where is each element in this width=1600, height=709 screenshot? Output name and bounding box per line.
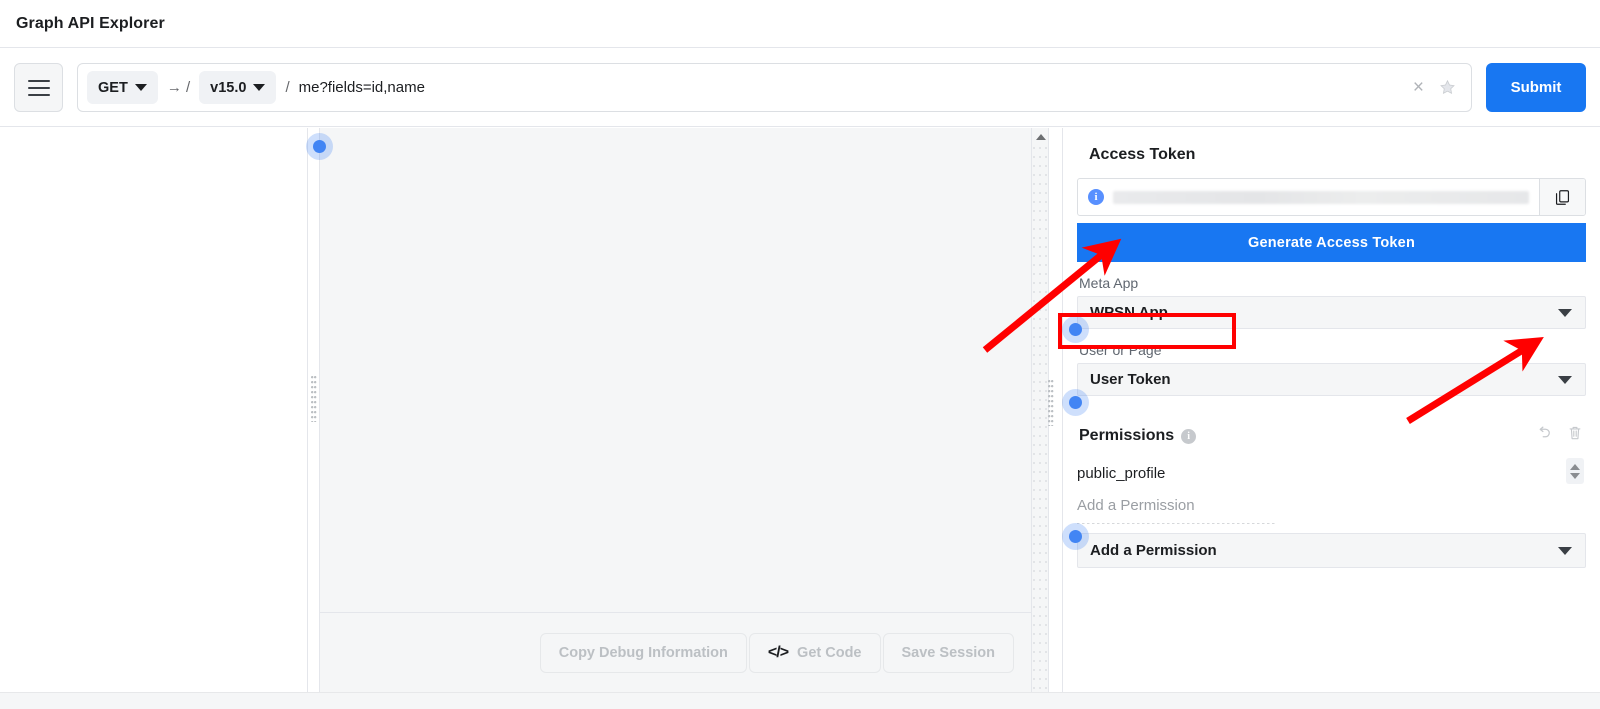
path-slash-separator: /: [285, 79, 290, 96]
response-action-bar: Copy Debug Information </> Get Code Save…: [320, 612, 1031, 692]
undo-button[interactable]: [1535, 424, 1553, 447]
get-code-button[interactable]: </> Get Code: [748, 632, 881, 673]
request-bar: GET → / v15.0 / × Submit: [0, 49, 1600, 127]
arrow-slash-separator: → /: [166, 79, 191, 96]
permissions-title: Permissions: [1079, 427, 1175, 444]
access-token-input[interactable]: i: [1078, 179, 1539, 215]
clear-icon[interactable]: ×: [1405, 78, 1432, 97]
response-pane: Copy Debug Information </> Get Code Save…: [319, 128, 1031, 692]
left-nav-pane: [0, 128, 308, 692]
hamburger-icon: [27, 79, 50, 82]
http-method-value: GET: [98, 79, 128, 96]
star-icon[interactable]: [1432, 78, 1463, 97]
trash-icon: [1569, 426, 1581, 440]
page-scrollbar-track[interactable]: [1032, 146, 1048, 691]
hamburger-icon: [27, 86, 50, 89]
chevron-down-icon: [1558, 375, 1572, 384]
access-token-field-row: i: [1077, 178, 1586, 216]
delete-permissions-button[interactable]: [1566, 424, 1584, 447]
permission-stepper[interactable]: [1566, 458, 1584, 484]
page-title: Graph API Explorer: [16, 14, 165, 32]
info-icon: i: [1088, 189, 1104, 205]
chevron-down-icon: [134, 84, 147, 91]
permission-item: public_profile: [1077, 456, 1586, 490]
save-session-label: Save Session: [901, 644, 996, 661]
get-code-label: Get Code: [797, 644, 862, 661]
meta-app-select[interactable]: WPSN App: [1077, 296, 1586, 329]
chevron-down-icon: [253, 84, 266, 91]
request-url-bar: GET → / v15.0 / ×: [77, 63, 1472, 112]
request-path-input[interactable]: [298, 79, 1405, 96]
right-splitter-handle[interactable]: [1048, 128, 1062, 692]
hamburger-icon: [27, 93, 50, 96]
copy-token-button[interactable]: [1539, 179, 1585, 215]
info-icon[interactable]: i: [1181, 428, 1197, 444]
api-version-value: v15.0: [210, 79, 247, 96]
permission-name: public_profile: [1077, 464, 1166, 482]
access-token-section-title: Access Token: [1089, 146, 1196, 163]
response-body[interactable]: [320, 128, 1031, 612]
user-or-page-select[interactable]: User Token: [1077, 363, 1586, 396]
http-method-select[interactable]: GET: [87, 71, 158, 104]
chevron-down-icon: [1558, 546, 1572, 555]
permission-divider: [1077, 523, 1277, 524]
stepper-up-icon: [1570, 463, 1580, 470]
api-version-select[interactable]: v15.0: [199, 71, 277, 104]
page-scroll-up-button[interactable]: [1032, 128, 1049, 146]
add-permission-select-label: Add a Permission: [1090, 542, 1217, 559]
triangle-up-icon: [1035, 134, 1046, 140]
copy-icon: [1555, 189, 1570, 205]
permissions-actions: [1535, 424, 1584, 447]
drag-grip-icon: [311, 376, 317, 422]
copy-debug-information-button[interactable]: Copy Debug Information: [539, 632, 747, 673]
add-permission-placeholder-row[interactable]: Add a Permission: [1077, 492, 1586, 518]
meta-app-label: Meta App: [1079, 275, 1139, 291]
save-session-button[interactable]: Save Session: [882, 632, 1014, 673]
graph-api-explorer-window: Graph API Explorer GET → / v15.0 / ×: [0, 0, 1600, 709]
footer-strip: [0, 692, 1600, 709]
hamburger-menu-button[interactable]: [14, 63, 63, 112]
left-splitter-handle[interactable]: [309, 128, 319, 692]
title-bar: Graph API Explorer: [0, 0, 1600, 48]
generate-access-token-button[interactable]: Generate Access Token: [1077, 223, 1586, 262]
code-icon: </>: [767, 643, 789, 661]
access-token-value: [1113, 190, 1529, 204]
permissions-header: Permissions i: [1077, 424, 1586, 448]
access-token-panel: Access Token i Generate Access Token Met…: [1062, 128, 1600, 692]
submit-button[interactable]: Submit: [1486, 63, 1586, 112]
meta-app-selected-value: WPSN App: [1090, 304, 1168, 321]
page-scrollbar[interactable]: [1031, 128, 1049, 709]
drag-grip-icon: [1048, 380, 1054, 426]
undo-icon: [1539, 426, 1550, 438]
add-permission-placeholder: Add a Permission: [1077, 496, 1195, 514]
user-or-page-label: User or Page: [1079, 342, 1162, 358]
stepper-down-icon: [1570, 472, 1580, 479]
user-or-page-selected-value: User Token: [1090, 371, 1171, 388]
copy-debug-information-label: Copy Debug Information: [558, 644, 728, 661]
add-permission-select[interactable]: Add a Permission: [1077, 533, 1586, 568]
chevron-down-icon: [1558, 308, 1572, 317]
